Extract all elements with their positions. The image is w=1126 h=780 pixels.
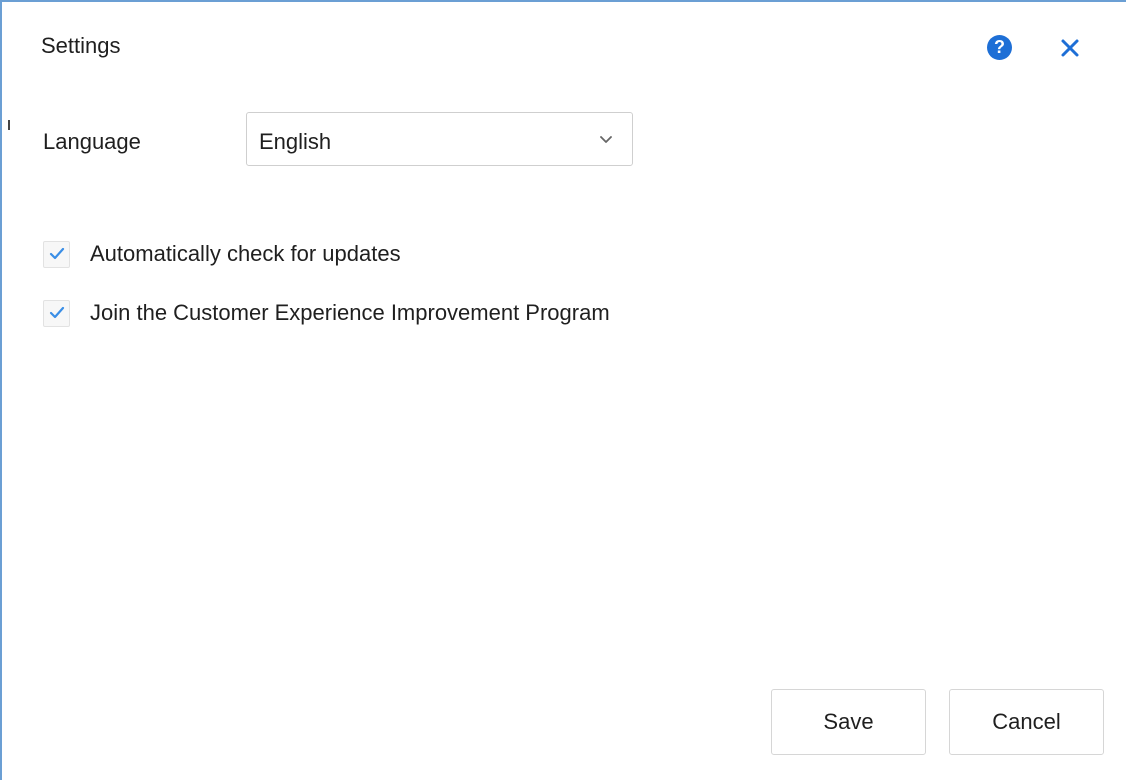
cancel-button[interactable]: Cancel [949, 689, 1104, 755]
dialog-title: Settings [41, 33, 121, 58]
checkmark-icon [49, 306, 64, 319]
settings-dialog: Settings ? Language English Automaticall… [0, 0, 1126, 780]
close-icon[interactable] [1056, 34, 1084, 62]
language-select[interactable]: English [246, 112, 633, 166]
ceip-label: Join the Customer Experience Improvement… [90, 300, 610, 325]
chevron-down-icon [600, 136, 612, 143]
auto-update-option[interactable]: Automatically check for updates [43, 239, 401, 269]
checkmark-icon [49, 247, 64, 260]
ceip-option[interactable]: Join the Customer Experience Improvement… [43, 298, 610, 328]
help-icon[interactable]: ? [987, 35, 1012, 60]
ceip-checkbox[interactable] [43, 299, 70, 327]
auto-update-label: Automatically check for updates [90, 241, 401, 266]
language-label: Language [43, 129, 141, 154]
close-x-glyph [1061, 39, 1079, 57]
save-button[interactable]: Save [771, 689, 926, 755]
language-selected-value: English [259, 129, 332, 154]
auto-update-checkbox[interactable] [43, 240, 70, 268]
window-edge-mark [8, 120, 10, 130]
